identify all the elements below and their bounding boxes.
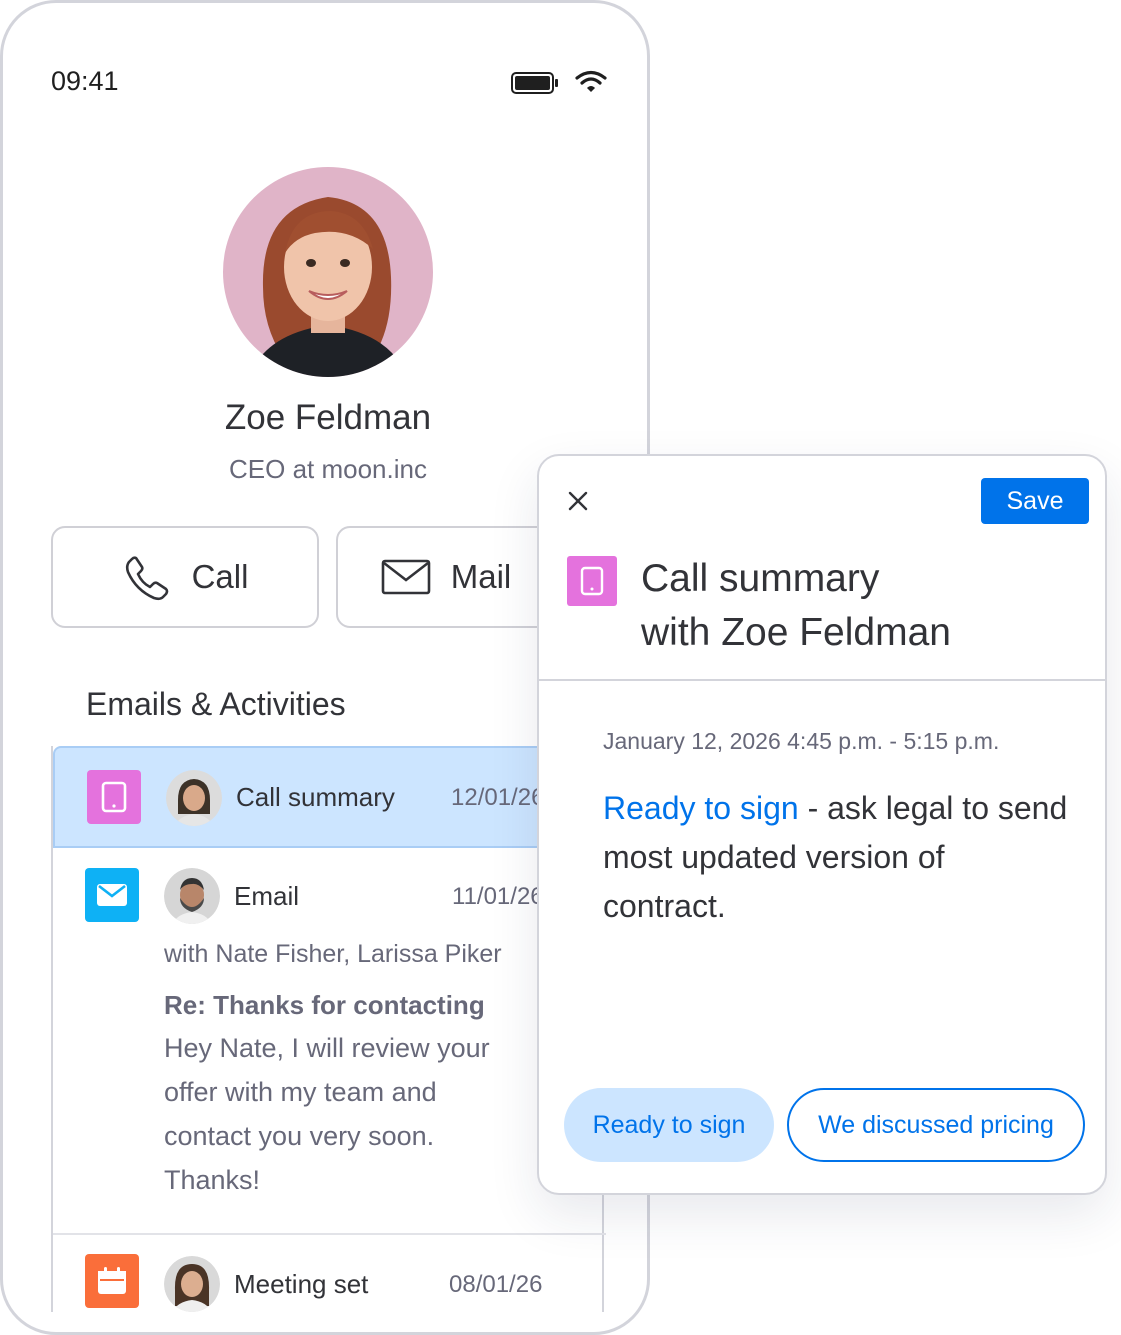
tablet-icon (567, 556, 617, 606)
activity-row-call[interactable]: Call summary 12/01/26 (53, 746, 606, 848)
avatar (164, 1256, 220, 1312)
close-icon[interactable] (567, 490, 589, 512)
avatar (166, 770, 222, 826)
activity-date: 12/01/26 (451, 784, 545, 811)
battery-icon (511, 72, 558, 94)
avatar (164, 868, 220, 924)
status-time: 09:41 (51, 66, 119, 96)
activity-list: Call summary 12/01/26 Email 11/01/26 wit… (51, 746, 606, 1312)
activity-label: Meeting set (234, 1269, 369, 1299)
email-body-line: Hey Nate, I will review your (164, 1033, 490, 1063)
activity-date: 11/01/26 (452, 883, 544, 910)
call-note[interactable]: Ready to sign - ask legal to send most u… (603, 784, 1073, 931)
mail-icon (85, 868, 139, 922)
wifi-icon (575, 70, 607, 92)
note-highlight: Ready to sign (603, 790, 799, 826)
chip-discussed-pricing[interactable]: We discussed pricing (787, 1088, 1085, 1162)
save-button[interactable]: Save (981, 478, 1089, 524)
calendar-icon (85, 1254, 139, 1308)
tablet-icon (87, 770, 141, 824)
activity-label: Email (234, 881, 300, 911)
call-button[interactable]: Call (51, 526, 319, 628)
row-divider (53, 1233, 606, 1235)
section-title: Emails & Activities (86, 686, 346, 722)
activity-label: Call summary (236, 782, 395, 812)
call-summary-dialog: Save Call summary with Zoe Feldman Janua… (537, 454, 1107, 1195)
call-datetime: January 12, 2026 4:45 p.m. - 5:15 p.m. (603, 728, 1000, 754)
email-body-line: contact you very soon. (164, 1121, 435, 1151)
chip-ready-to-sign[interactable]: Ready to sign (564, 1088, 774, 1162)
dialog-title: Call summary with Zoe Feldman (641, 552, 951, 660)
phone-icon (125, 556, 168, 601)
activity-date: 08/01/26 (449, 1271, 543, 1298)
contact-name: Zoe Feldman (224, 398, 432, 437)
email-body-line: offer with my team and (164, 1077, 437, 1107)
email-subject: Re: Thanks for contacting (164, 990, 485, 1020)
contact-avatar (223, 167, 433, 377)
dialog-title-line: with Zoe Feldman (641, 611, 951, 654)
mail-button-label: Mail (450, 558, 512, 595)
mail-icon (381, 559, 431, 595)
dialog-title-line: Call summary (641, 557, 880, 600)
email-participants: with Nate Fisher, Larissa Piker (164, 940, 502, 968)
email-body-line: Thanks! (164, 1165, 261, 1195)
call-button-label: Call (191, 558, 249, 595)
dialog-divider (539, 679, 1105, 681)
